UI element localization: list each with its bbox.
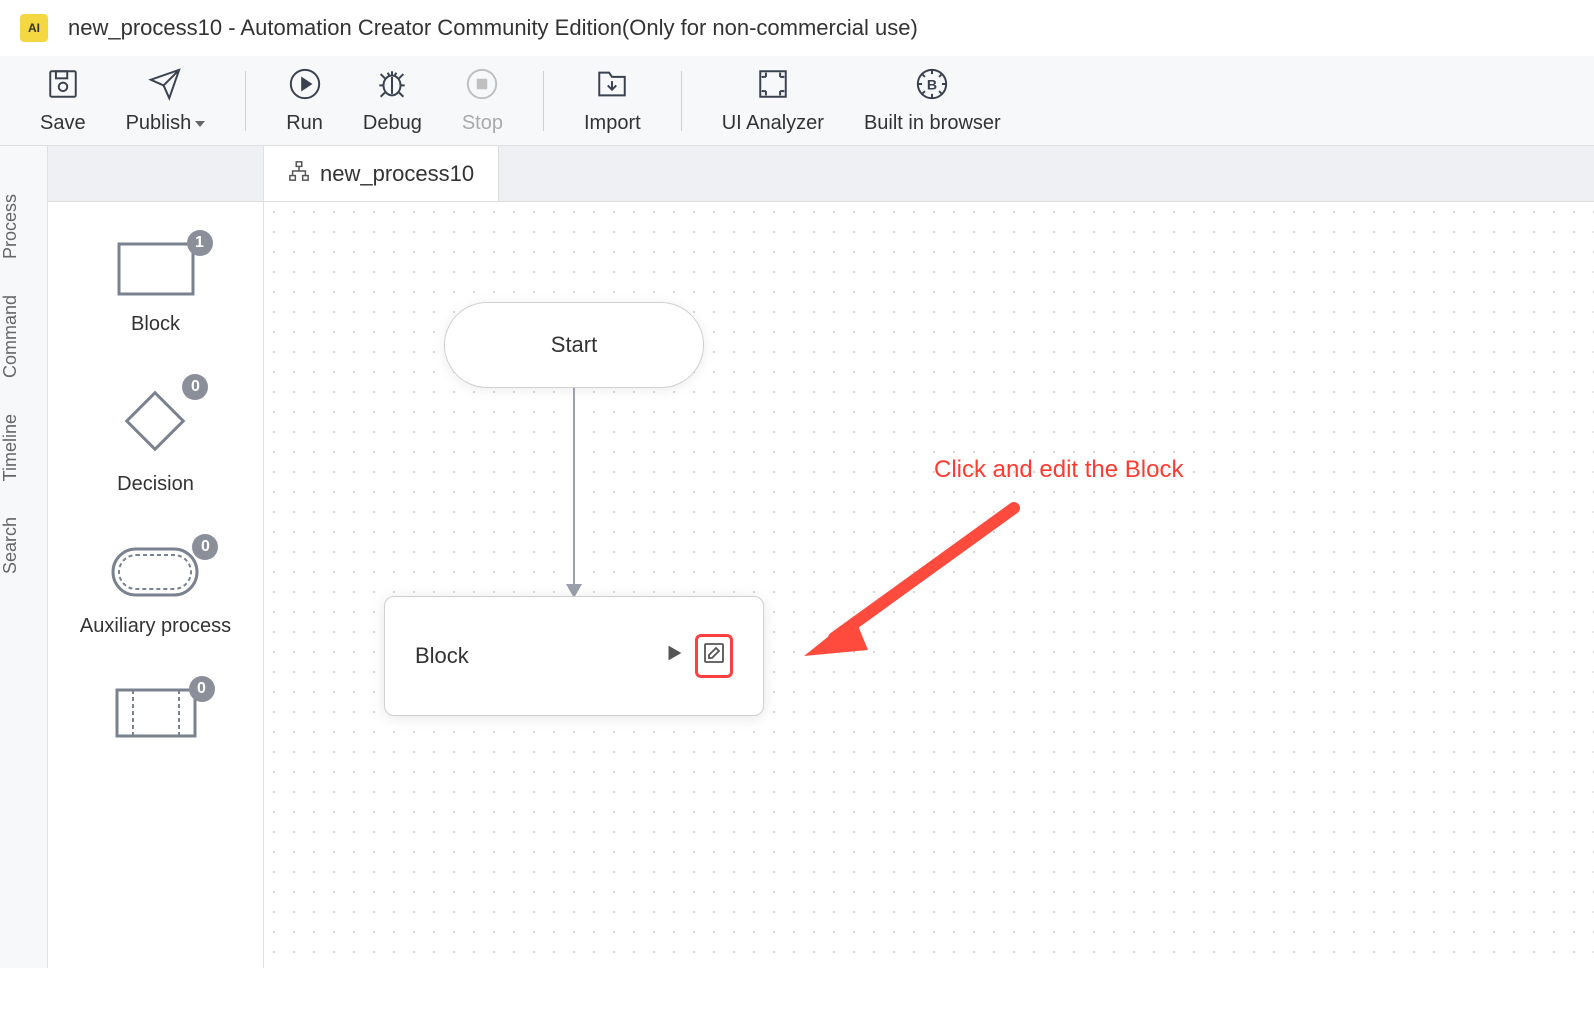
palette-decision-label: Decision (117, 473, 194, 496)
built-in-browser-label: Built in browser (864, 112, 1001, 135)
connector-arrow (573, 388, 575, 596)
svg-text:B: B (927, 78, 937, 94)
decision-shape-icon: 0 (120, 386, 190, 461)
app-logo: AI (20, 14, 48, 42)
toolbar-divider (681, 71, 682, 131)
fourth-shape-icon: 0 (115, 688, 197, 743)
stop-label: Stop (462, 112, 503, 135)
debug-label: Debug (363, 112, 422, 135)
palette-item-block[interactable]: 1 Block (117, 242, 195, 336)
block-node-actions (663, 634, 733, 678)
import-button[interactable]: Import (584, 66, 641, 135)
auxiliary-count-badge: 0 (192, 534, 218, 560)
main-area: Process Command Timeline Search 1 Block … (0, 146, 1594, 968)
run-label: Run (286, 112, 323, 135)
toolbar-group-run: Run Debug Stop (286, 66, 503, 135)
run-button[interactable]: Run (286, 66, 323, 135)
run-icon (287, 66, 323, 102)
flowchart-icon (288, 160, 310, 188)
side-tab-process[interactable]: Process (0, 176, 47, 277)
app-title: new_process10 - Automation Creator Commu… (68, 15, 918, 41)
publish-icon (147, 66, 183, 102)
side-tabs: Process Command Timeline Search (0, 146, 48, 968)
save-icon (45, 66, 81, 102)
canvas-tab-label: new_process10 (320, 161, 474, 187)
decision-count-badge: 0 (182, 374, 208, 400)
toolbar-group-import: Import (584, 66, 641, 135)
toolbar-group-file: Save Publish (40, 66, 205, 135)
import-label: Import (584, 112, 641, 135)
toolbar: Save Publish Run (0, 56, 1594, 146)
browser-icon: B (914, 66, 950, 102)
ui-analyzer-button[interactable]: UI Analyzer (722, 66, 824, 135)
palette-auxiliary-label: Auxiliary process (80, 615, 231, 638)
start-node-label: Start (551, 332, 597, 358)
titlebar: AI new_process10 - Automation Creator Co… (0, 0, 1594, 56)
palette-item-decision[interactable]: 0 Decision (117, 386, 194, 496)
chevron-down-icon (195, 121, 205, 127)
built-in-browser-button[interactable]: B Built in browser (864, 66, 1001, 135)
publish-button[interactable]: Publish (126, 66, 206, 135)
ui-analyzer-icon (755, 66, 791, 102)
app-logo-text: AI (28, 21, 40, 35)
toolbar-group-tools: UI Analyzer B Built in browser (722, 66, 1001, 135)
fourth-count-badge: 0 (189, 676, 215, 702)
start-node[interactable]: Start (444, 302, 704, 388)
ui-analyzer-label: UI Analyzer (722, 112, 824, 135)
block-node[interactable]: Block (384, 596, 764, 716)
hint-arrow-icon (794, 498, 1034, 658)
palette-item-auxiliary[interactable]: 0 Auxiliary process (80, 546, 231, 638)
stop-icon (464, 66, 500, 102)
play-icon[interactable] (663, 642, 685, 670)
block-count-badge: 1 (187, 230, 213, 256)
publish-label: Publish (126, 112, 206, 135)
toolbar-divider (543, 71, 544, 131)
edit-button-highlight (695, 634, 733, 678)
canvas[interactable]: Start Block (264, 202, 1594, 968)
palette-item-fourth[interactable]: 0 (115, 688, 197, 743)
edit-icon[interactable] (702, 641, 726, 671)
save-button[interactable]: Save (40, 66, 86, 135)
side-tab-search[interactable]: Search (0, 499, 47, 592)
palette-block-label: Block (131, 313, 180, 336)
canvas-tab-strip: new_process10 (264, 146, 1594, 202)
side-tab-command[interactable]: Command (0, 277, 47, 396)
stop-button: Stop (462, 66, 503, 135)
hint-text: Click and edit the Block (934, 456, 1183, 484)
palette: 1 Block 0 Decision 0 Auxiliary process (48, 146, 264, 968)
canvas-tab-process[interactable]: new_process10 (264, 146, 499, 201)
side-tab-timeline[interactable]: Timeline (0, 396, 47, 499)
block-node-label: Block (415, 643, 469, 669)
debug-button[interactable]: Debug (363, 66, 422, 135)
toolbar-divider (245, 71, 246, 131)
palette-tab-strip (48, 146, 263, 202)
import-icon (594, 66, 630, 102)
auxiliary-shape-icon: 0 (110, 546, 200, 603)
block-shape-icon: 1 (117, 242, 195, 301)
save-label: Save (40, 112, 86, 135)
debug-icon (374, 66, 410, 102)
